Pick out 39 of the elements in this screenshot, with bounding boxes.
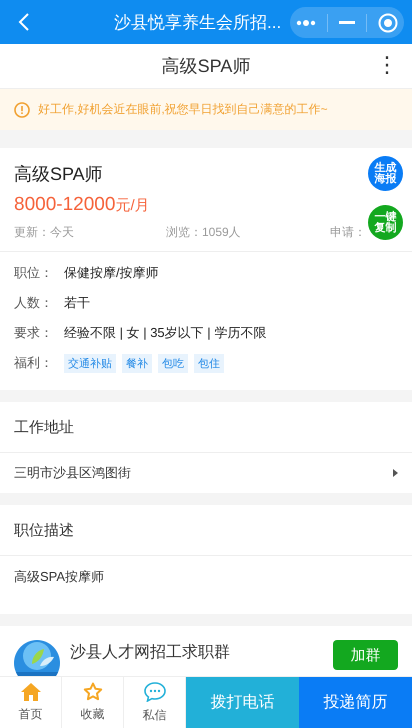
apply-count: 申请：	[330, 224, 366, 241]
update-time: 更新：今天	[14, 224, 75, 241]
tab-label: 收藏	[80, 706, 104, 723]
chat-icon	[144, 682, 166, 702]
home-icon	[20, 682, 40, 700]
detail-label: 福利：	[14, 354, 54, 372]
page-title: 高级SPA师	[162, 55, 250, 78]
window-title: 沙县悦享养生会所招...	[114, 12, 282, 34]
address-row[interactable]: 三明市沙县区鸿图街	[0, 453, 412, 493]
menu-button[interactable]: ⋮	[376, 53, 398, 77]
poster-button[interactable]: 生成海报	[368, 156, 403, 191]
benefit-tag: 餐补	[122, 354, 152, 372]
apply-button[interactable]: 投递简历	[299, 677, 412, 728]
detail-value: 若干	[64, 294, 90, 312]
detail-label: 要求：	[14, 324, 54, 342]
section-heading: 工作地址	[0, 402, 412, 453]
notice-text: 好工作,好机会近在眼前,祝您早日找到自己满意的工作~	[38, 101, 328, 118]
info-icon	[14, 102, 30, 118]
description-text: 高级SPA按摩师	[13, 568, 106, 586]
star-icon	[82, 682, 102, 701]
benefit-tag: 包吃	[158, 354, 188, 372]
back-icon[interactable]	[18, 12, 30, 32]
tab-label: 首页	[18, 706, 42, 722]
group-name: 沙县人才网招工求职群	[70, 642, 231, 663]
caret-icon	[393, 469, 398, 477]
benefit-tag: 包住	[194, 354, 224, 372]
section-heading: 职位描述	[0, 505, 412, 556]
detail-value: 经验不限 | 女 | 35岁以下 | 学历不限	[64, 324, 266, 342]
detail-label: 人数：	[14, 294, 54, 312]
detail-label: 职位：	[14, 264, 54, 282]
benefit-tag: 交通补贴	[64, 354, 116, 372]
view-count: 浏览：1059人	[166, 224, 242, 241]
minimize-icon[interactable]	[338, 21, 355, 24]
job-title: 高级SPA师	[14, 163, 103, 186]
tab-label: 私信	[142, 706, 166, 724]
salary: 8000-12000元/月	[14, 194, 150, 216]
close-icon[interactable]	[378, 12, 398, 32]
detail-value: 保健按摩/按摩师	[64, 264, 159, 282]
more-icon[interactable]	[296, 20, 316, 26]
